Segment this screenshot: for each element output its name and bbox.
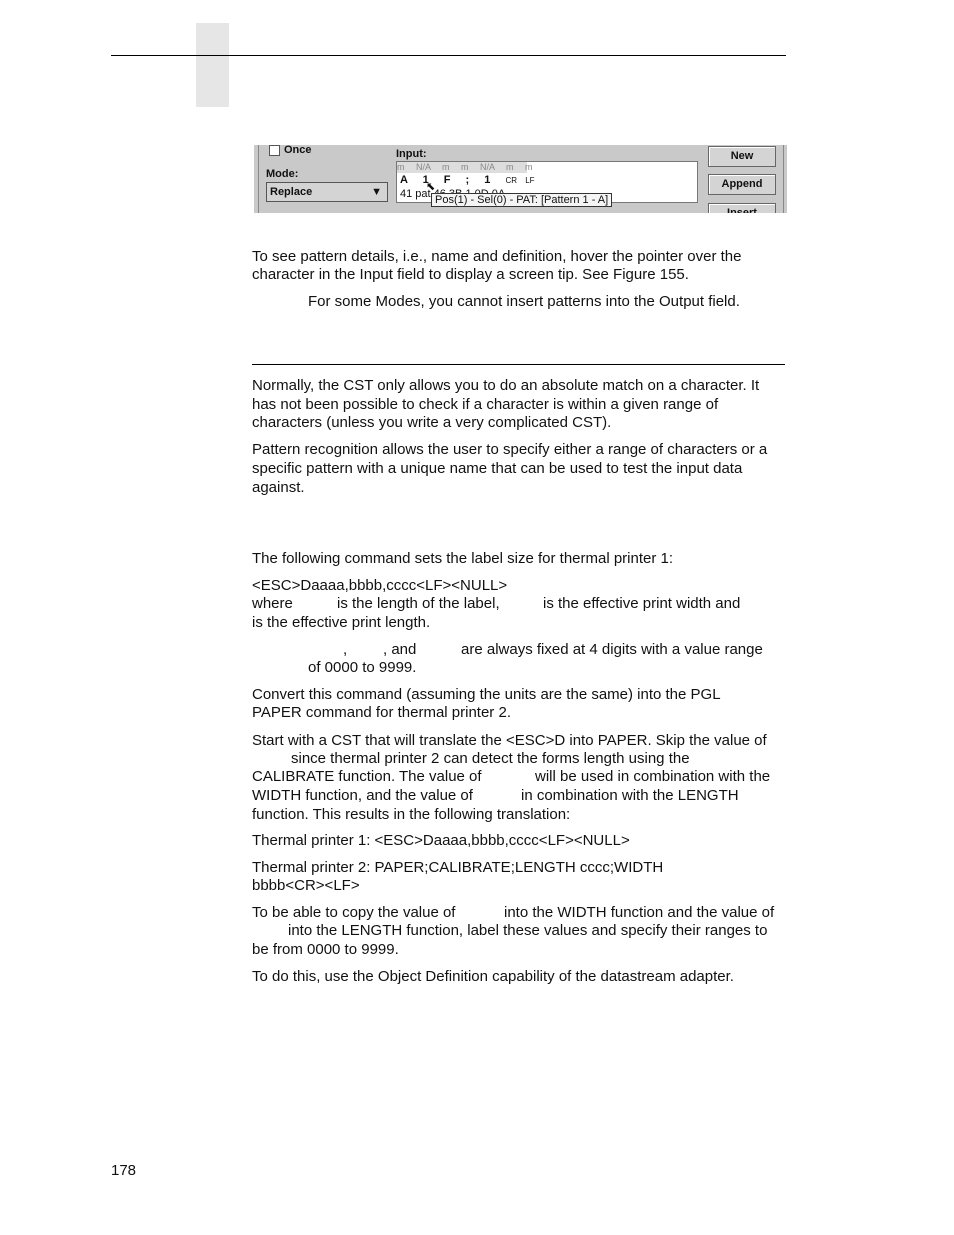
text-line: be from 0000 to 9999. <box>252 941 399 958</box>
text-fragment: is the effective print width and <box>543 595 741 612</box>
text-line: into the LENGTH function, label these va… <box>288 922 768 939</box>
pointer-icon: ⬉ <box>426 181 436 193</box>
text-line: has not been possible to check if a char… <box>252 396 719 413</box>
once-label: Once <box>284 145 312 156</box>
text-line: The following command sets the label siz… <box>252 550 674 567</box>
new-button[interactable]: New <box>708 146 776 167</box>
text-line: To see pattern details, i.e., name and d… <box>252 248 742 265</box>
document-page: Once Mode: Replace ▼ Input: m N/A m m N/A… <box>0 0 954 1235</box>
mode-label: Mode: <box>266 168 299 180</box>
page-number: 178 <box>111 1162 137 1179</box>
section-rule <box>252 364 785 365</box>
text-line: Convert this command (assuming the units… <box>252 686 721 703</box>
text-fragment: are always fixed at 4 digits with a valu… <box>461 641 763 658</box>
text-line: of 0000 to 9999. <box>308 659 417 676</box>
text-fragment: in combination with the LENGTH <box>521 787 739 804</box>
input-chars: A 1 F ; 1 CR LF <box>400 174 535 186</box>
text-line: Thermal printer 1: <ESC>Daaaa,bbbb,cccc<… <box>252 832 630 849</box>
input-header-row: m N/A m m N/A m m <box>397 162 533 173</box>
text-line: Thermal printer 2: PAPER;CALIBRATE;LENGT… <box>252 859 664 876</box>
text-fragment: WIDTH function, and the value of <box>252 787 473 804</box>
text-line: Normally, the CST only allows you to do … <box>252 377 760 394</box>
once-checkbox[interactable] <box>269 145 280 156</box>
text-line: To do this, use the Object Definition ca… <box>252 968 734 985</box>
text-fragment: , <box>343 641 348 658</box>
insert-button[interactable]: Insert <box>708 203 776 213</box>
mode-value: Replace <box>270 186 313 198</box>
text-fragment: is the length of the label, <box>337 595 500 612</box>
text-line: characters (unless you write a very comp… <box>252 414 612 431</box>
text-line: Pattern recognition allows the user to s… <box>252 441 768 458</box>
text-fragment: , and <box>383 641 417 658</box>
text-fragment: To be able to copy the value of <box>252 904 456 921</box>
text-line: Start with a CST that will translate the… <box>252 732 767 749</box>
text-fragment: will be used in combination with the <box>535 768 771 785</box>
text-line: bbbb<CR><LF> <box>252 877 360 894</box>
figure-screenshot: Once Mode: Replace ▼ Input: m N/A m m N/A… <box>254 145 787 213</box>
text-line: character in the Input field to display … <box>252 266 689 283</box>
note-text: For some Modes, you cannot insert patter… <box>308 293 740 310</box>
header-rule <box>111 55 786 56</box>
text-line: against. <box>252 479 305 496</box>
dropdown-arrow-icon: ▼ <box>371 186 382 198</box>
text-fragment: CALIBRATE function. The value of <box>252 768 482 785</box>
text-fragment: into the WIDTH function and the value of <box>504 904 775 921</box>
text-fragment: where <box>252 595 293 612</box>
text-line: since thermal printer 2 can detect the f… <box>291 750 690 767</box>
text-line: specific pattern with a unique name that… <box>252 460 743 477</box>
text-line: function. This results in the following … <box>252 806 571 823</box>
mode-select[interactable]: Replace ▼ <box>266 182 388 202</box>
text-line: is the effective print length. <box>252 614 431 631</box>
text-line: PAPER command for thermal printer 2. <box>252 704 511 721</box>
chapter-tab <box>196 23 229 107</box>
input-label: Input: <box>396 148 427 160</box>
append-button[interactable]: Append <box>708 174 776 195</box>
command-text: <ESC>Daaaa,bbbb,cccc<LF><NULL> <box>252 577 508 594</box>
tooltip: Pos(1) - Sel(0) - PAT: [Pattern 1 - A] <box>431 193 613 207</box>
